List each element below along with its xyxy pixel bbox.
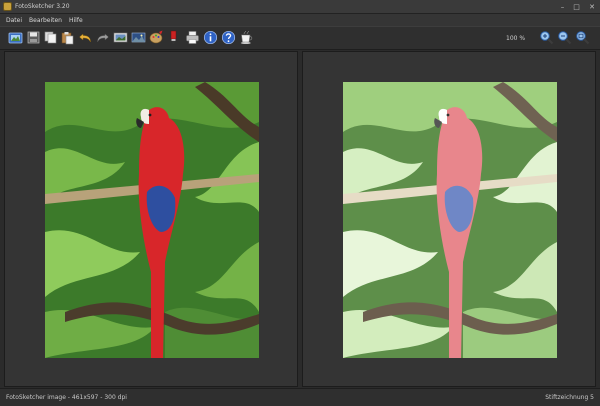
undo-icon: [79, 33, 91, 43]
menu-bar: Datei Bearbeiten Hilfe: [0, 14, 600, 26]
palette-button[interactable]: [149, 30, 164, 45]
menu-bearbeiten[interactable]: Bearbeiten: [29, 17, 62, 24]
paste-button[interactable]: [60, 30, 75, 45]
menu-datei[interactable]: Datei: [6, 17, 22, 24]
zoom-level: 100 %: [506, 35, 526, 42]
zoom-out-button[interactable]: [557, 30, 572, 45]
open-image-icon: [8, 32, 23, 44]
coffee-button[interactable]: [239, 30, 254, 45]
app-icon: [3, 2, 12, 11]
save-button[interactable]: [26, 30, 41, 45]
status-bar: FotoSketcher image - 461x597 - 300 dpi S…: [0, 388, 600, 406]
title-bar: FotoSketcher 3.20 – □ ✕: [0, 0, 600, 14]
info-button[interactable]: [203, 30, 218, 45]
copy-icon: [44, 31, 57, 44]
zoom-out-icon: [558, 31, 572, 45]
maximize-button[interactable]: □: [570, 2, 583, 12]
toolbar: 100 %: [0, 26, 600, 50]
info-icon: [203, 30, 218, 45]
print-button[interactable]: [185, 30, 200, 45]
zoom-fit-button[interactable]: [575, 30, 590, 45]
minimize-button[interactable]: –: [556, 2, 569, 12]
help-icon: [221, 30, 236, 45]
help-button[interactable]: [221, 30, 236, 45]
save-icon: [27, 31, 40, 44]
zoom-in-button[interactable]: [539, 30, 554, 45]
landscape-icon: [131, 32, 146, 43]
image-settings-button[interactable]: [113, 30, 128, 45]
effect-name: Stiftzeichnung 5: [545, 394, 594, 401]
zoom-fit-icon: [576, 31, 590, 45]
undo-button[interactable]: [78, 30, 93, 45]
copy-button[interactable]: [43, 30, 58, 45]
close-button[interactable]: ✕: [584, 2, 600, 12]
original-image-pane[interactable]: [4, 51, 298, 387]
window-title: FotoSketcher 3.20: [15, 3, 70, 10]
parrot-photo-original: [45, 82, 259, 358]
image-settings-icon: [113, 32, 128, 43]
redo-icon: [97, 33, 109, 43]
brush-button[interactable]: [166, 30, 181, 45]
sketch-result-pane[interactable]: [302, 51, 596, 387]
open-image-button[interactable]: [8, 30, 23, 45]
menu-hilfe[interactable]: Hilfe: [69, 17, 83, 24]
paste-icon: [61, 32, 74, 45]
original-photo: [45, 82, 259, 358]
sketch-photo: [343, 82, 557, 358]
palette-icon: [149, 30, 163, 44]
redo-button[interactable]: [95, 30, 110, 45]
brush-icon: [170, 30, 177, 44]
coffee-icon: [240, 30, 253, 44]
print-icon: [186, 31, 199, 44]
parrot-photo-sketch: [343, 82, 557, 358]
image-info: FotoSketcher image - 461x597 - 300 dpi: [6, 394, 127, 401]
landscape-button[interactable]: [131, 30, 146, 45]
zoom-in-icon: [540, 31, 554, 45]
